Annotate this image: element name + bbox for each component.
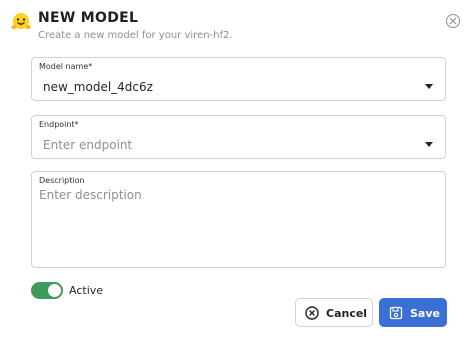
hugging-face-emoji-icon (11, 13, 31, 30)
new-model-dialog: NEW MODEL Create a new model for your vi… (0, 0, 474, 353)
save-label: Save (410, 307, 440, 320)
description-textarea[interactable]: Description Enter description (31, 171, 446, 268)
active-label: Active (69, 284, 104, 297)
endpoint-label: Endpoint* (39, 120, 79, 129)
dialog-title: NEW MODEL (38, 10, 139, 26)
endpoint-select[interactable]: Endpoint* Enter endpoint (31, 115, 446, 159)
cancel-button[interactable]: Cancel (295, 298, 373, 327)
close-icon (449, 17, 457, 25)
description-placeholder: Enter description (39, 188, 142, 202)
cancel-label: Cancel (326, 307, 368, 320)
model-name-select[interactable]: Model name* new_model_4dc6z (31, 57, 446, 101)
active-toggle[interactable] (31, 282, 63, 299)
endpoint-placeholder: Enter endpoint (43, 138, 133, 152)
description-label: Description (39, 176, 85, 185)
dialog-subtitle: Create a new model for your viren-hf2. (38, 30, 233, 41)
chevron-down-icon (425, 142, 433, 147)
cancel-circle-icon (305, 306, 319, 320)
save-button[interactable]: Save (379, 298, 447, 327)
model-name-value: new_model_4dc6z (43, 80, 153, 94)
save-icon (389, 306, 403, 320)
toggle-knob (48, 284, 61, 297)
close-button[interactable] (446, 14, 460, 28)
chevron-down-icon (425, 84, 433, 89)
model-name-label: Model name* (39, 62, 93, 71)
